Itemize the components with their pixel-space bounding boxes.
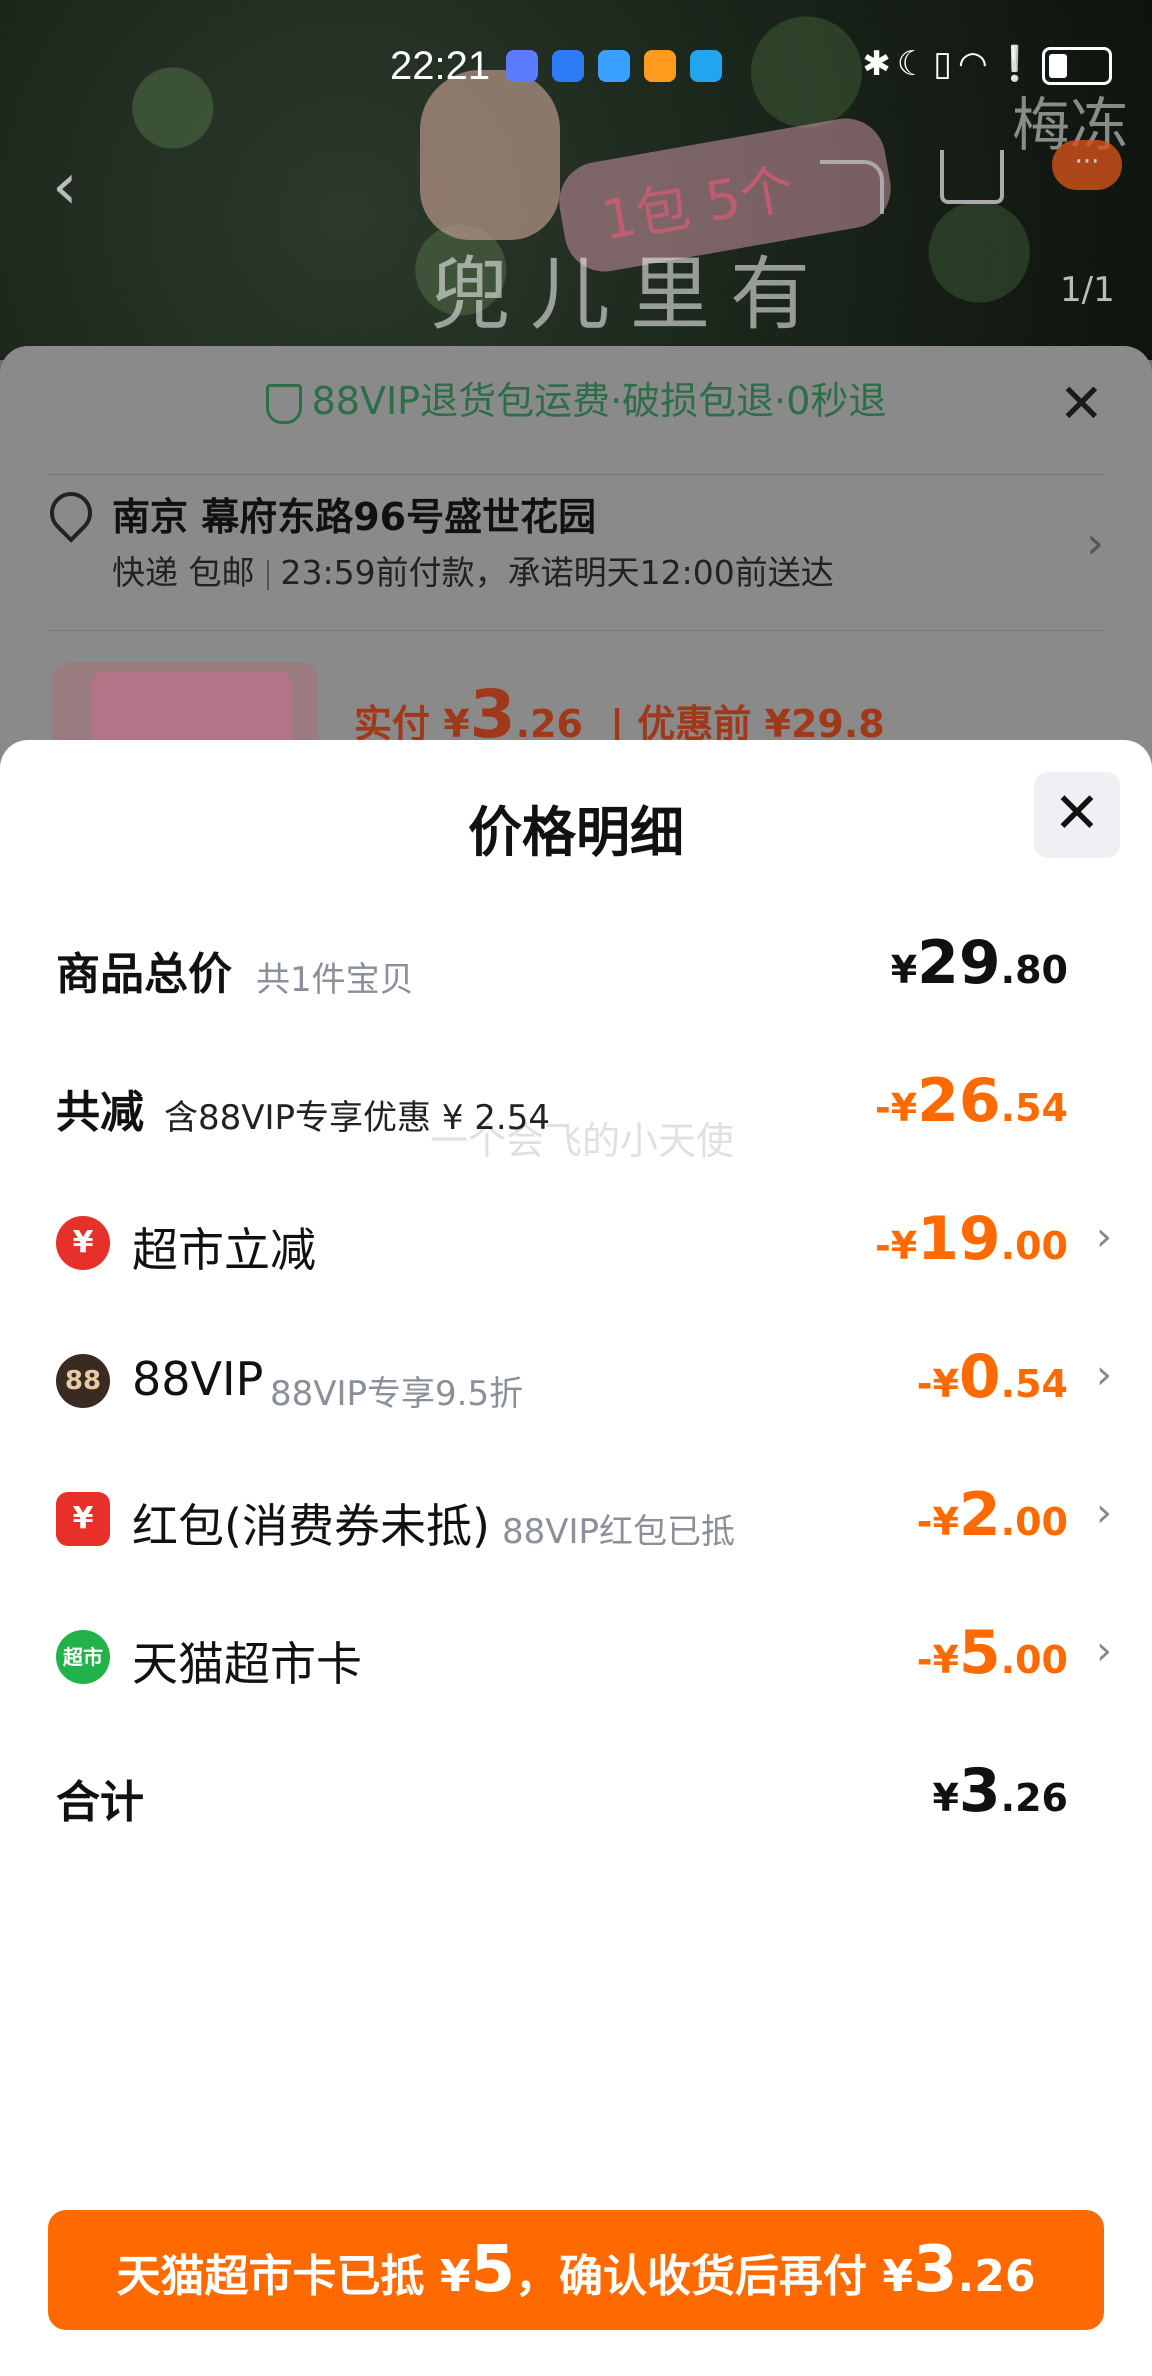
chevron-right-icon: › xyxy=(1096,1490,1112,1536)
red-packet-icon: ¥ xyxy=(56,1492,110,1546)
shipping-info: 快递 包邮 23:59前付款，承诺明天12:00前送达 xyxy=(112,546,834,594)
chevron-left-icon[interactable]: ‹ xyxy=(52,150,78,224)
shield-icon xyxy=(265,383,302,424)
row-label: 天猫超市卡 xyxy=(132,1637,362,1691)
notification-icons xyxy=(506,50,736,86)
row-sub: 88VIP红包已抵 xyxy=(502,1512,736,1552)
row-label: 合计 xyxy=(56,1777,144,1828)
row-amount: ¥3.26 xyxy=(932,1756,1068,1826)
row-label: 共减 xyxy=(56,1087,144,1138)
sheet-title: 价格明细 xyxy=(468,801,684,864)
row-amount: ¥29.80 xyxy=(890,928,1068,998)
user-watermark: 一个会飞的小天使 xyxy=(430,1119,735,1163)
status-time: 22:21 xyxy=(390,44,491,88)
image-counter: 1/1 xyxy=(1060,270,1115,310)
close-button[interactable]: ✕ xyxy=(1034,772,1120,858)
guarantee-banner: 88VIP退货包运费·破损包退·0秒退 xyxy=(0,370,1152,425)
close-icon: ✕ xyxy=(1053,781,1101,846)
row-label: 超市立减 xyxy=(132,1223,316,1277)
row-label: 商品总价 xyxy=(56,949,232,1000)
order-sheet: 88VIP退货包运费·破损包退·0秒退 ✕ 南京 幕府东路96号盛世花园 快递 … xyxy=(0,346,1152,772)
chevron-right-icon[interactable]: › xyxy=(1086,518,1104,569)
chevron-right-icon: › xyxy=(1096,1628,1112,1674)
divider xyxy=(48,474,1104,475)
row-amount: -¥0.54 xyxy=(916,1342,1068,1412)
battery-icon xyxy=(1042,46,1112,85)
vip88-icon: 88 xyxy=(56,1354,110,1408)
tmall-card-icon: 超市 xyxy=(56,1630,110,1684)
share-icon[interactable] xyxy=(820,160,884,214)
pay-later-button[interactable]: 天猫超市卡已抵 ¥5，确认收货后再付 ¥3.26 xyxy=(48,2210,1104,2330)
close-icon[interactable]: ✕ xyxy=(1059,372,1104,435)
row-supermarket-discount[interactable]: ¥ 超市立减 -¥19.00 › xyxy=(56,1202,1112,1292)
row-label: 88VIP xyxy=(132,1352,264,1406)
row-amount: -¥26.54 xyxy=(874,1066,1068,1136)
row-red-packet[interactable]: ¥ 红包(消费券未抵) 88VIP红包已抵 -¥2.00 › xyxy=(56,1478,1112,1568)
system-icons: ✱☾▯◠❕ xyxy=(862,44,1112,85)
row-sub: 88VIP专享9.5折 xyxy=(270,1374,524,1414)
row-label: 红包(消费券未抵) xyxy=(132,1499,490,1553)
more-icon[interactable]: ··· xyxy=(1052,140,1122,190)
row-amount: -¥2.00 xyxy=(916,1480,1068,1550)
chevron-right-icon: › xyxy=(1096,1352,1112,1398)
guarantee-text: 88VIP退货包运费·破损包退·0秒退 xyxy=(311,379,887,423)
row-amount: -¥19.00 xyxy=(874,1204,1068,1274)
row-goods-total: 商品总价 共1件宝贝 ¥29.80 xyxy=(56,926,1096,1016)
shipping-method: 快递 包邮 xyxy=(112,553,255,592)
row-sub: 共1件宝贝 xyxy=(256,960,414,1000)
product-hand-text: 兜儿里有 xyxy=(430,248,830,341)
divider xyxy=(48,630,1104,631)
product-image-face xyxy=(420,70,560,240)
shipping-promise: 23:59前付款，承诺明天12:00前送达 xyxy=(280,553,834,592)
row-tmall-card[interactable]: 超市 天猫超市卡 -¥5.00 › xyxy=(56,1616,1112,1706)
row-amount: -¥5.00 xyxy=(916,1618,1068,1688)
delivery-address[interactable]: 南京 幕府东路96号盛世花园 xyxy=(112,486,596,541)
status-bar: 22:21 ✱☾▯◠❕ xyxy=(390,44,1112,94)
row-total: 合计 ¥3.26 xyxy=(56,1754,1096,1844)
price-detail-sheet: 价格明细 ✕ 商品总价 共1件宝贝 ¥29.80 共减 含88VIP专享优惠 ¥… xyxy=(0,740,1152,2376)
cart-icon[interactable] xyxy=(940,150,1004,204)
supermarket-discount-icon: ¥ xyxy=(56,1216,110,1270)
chevron-right-icon: › xyxy=(1096,1214,1112,1260)
row-88vip[interactable]: 88 88VIP 88VIP专享9.5折 -¥0.54 › xyxy=(56,1340,1112,1430)
location-icon xyxy=(41,483,101,543)
